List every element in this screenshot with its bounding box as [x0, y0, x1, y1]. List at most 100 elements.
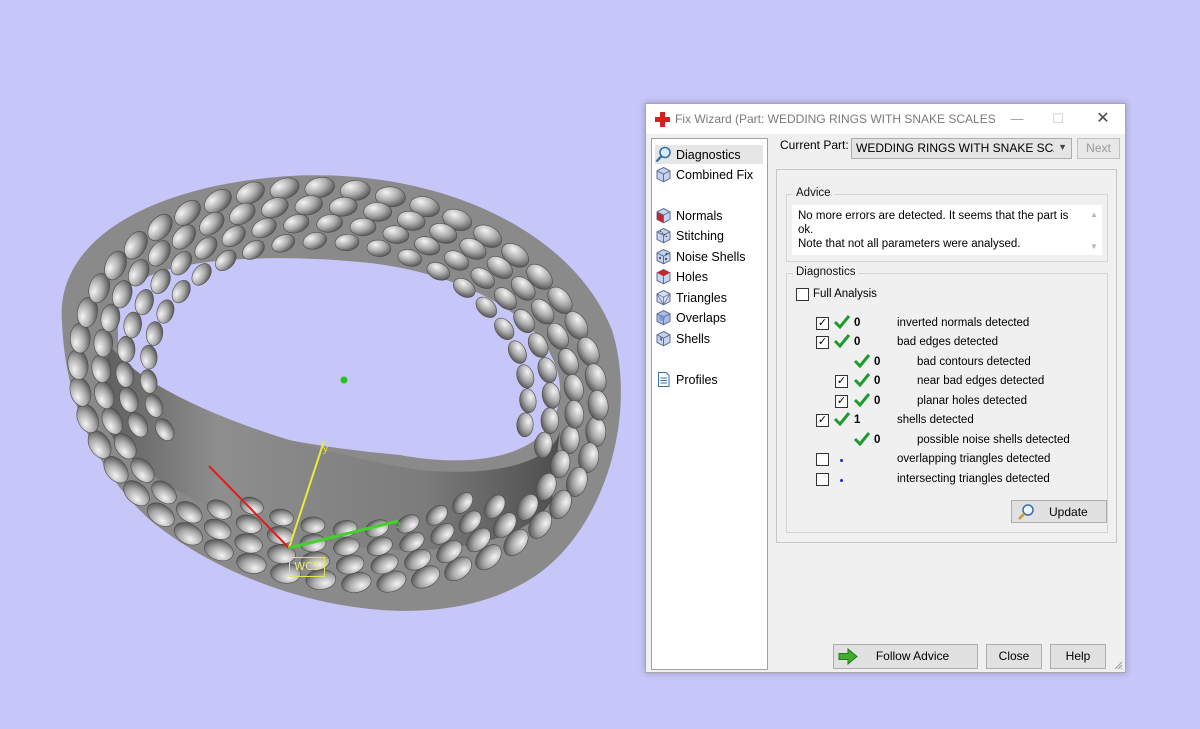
bad-edges-label: bad edges detected: [897, 336, 999, 348]
intersecting-triangles-checkbox[interactable]: [816, 473, 829, 486]
green-check-icon: [853, 432, 871, 447]
green-check-icon: [833, 315, 851, 330]
current-part-select[interactable]: WEDDING RINGS WITH SNAKE SCALES ▼: [851, 138, 1072, 159]
shells-label: shells detected: [897, 414, 974, 426]
holes-cube-icon: [656, 268, 671, 285]
full-analysis-checkbox[interactable]: [796, 288, 809, 301]
inverted-normals-count: 0: [854, 317, 861, 329]
normals-cube-icon: [656, 207, 671, 224]
overlapping-triangles-checkbox[interactable]: [816, 453, 829, 466]
nav-item-overlaps[interactable]: Overlaps: [655, 308, 763, 327]
intersecting-triangles-label: intersecting triangles detected: [897, 473, 1050, 485]
shells-count: 1: [854, 414, 861, 426]
ring-scale: [69, 322, 91, 354]
advice-group: Advice No more errors are detected. It s…: [786, 187, 1108, 262]
green-check-icon: [853, 373, 871, 388]
noise-shells-count: 0: [874, 434, 881, 446]
ring-scale: [349, 217, 377, 237]
arrow-right-icon: [838, 648, 858, 665]
not-analysed-dot: [840, 459, 843, 462]
bad-edges-count: 0: [854, 336, 861, 348]
bad-contours-label: bad contours detected: [917, 356, 1031, 368]
follow-advice-button[interactable]: Follow Advice: [833, 644, 978, 669]
nav-label: Stitching: [676, 228, 724, 243]
title-bar[interactable]: Fix Wizard (Part: WEDDING RINGS WITH SNA…: [646, 104, 1125, 134]
planar-holes-checkbox[interactable]: ✓: [835, 395, 848, 408]
wcs-label: WCS: [289, 557, 325, 577]
maximize-button[interactable]: ☐: [1044, 108, 1072, 130]
update-button[interactable]: Update: [1011, 500, 1107, 523]
diagnostics-title: Diagnostics: [793, 266, 859, 278]
magnifier-icon: [655, 146, 671, 163]
nav-label: Shells: [676, 331, 711, 346]
advice-line-1: No more errors are detected. It seems th…: [798, 210, 1069, 236]
nav-label: Triangles: [676, 290, 727, 305]
chevron-down-icon: ▼: [1058, 142, 1067, 152]
diagnostics-panel: Advice No more errors are detected. It s…: [776, 169, 1117, 543]
document-icon: [658, 372, 670, 387]
close-window-button[interactable]: ✕: [1089, 108, 1117, 130]
fix-wizard-nav: Diagnostics Combined Fix Normals Stitchi…: [651, 138, 768, 670]
scroll-down-icon[interactable]: ▼: [1088, 240, 1100, 252]
help-button[interactable]: Help: [1050, 644, 1106, 669]
nav-label: Overlaps: [676, 310, 727, 325]
green-check-icon: [833, 412, 851, 427]
planar-holes-label: planar holes detected: [917, 395, 1027, 407]
full-analysis-label: Full Analysis: [813, 288, 877, 300]
bad-contours-count: 0: [874, 356, 881, 368]
follow-advice-label: Follow Advice: [875, 649, 950, 663]
inverted-normals-label: inverted normals detected: [897, 317, 1030, 329]
near-bad-edges-label: near bad edges detected: [917, 375, 1045, 387]
dialog-title: Fix Wizard (Part: WEDDING RINGS WITH SNA…: [675, 112, 995, 126]
scroll-up-icon[interactable]: ▲: [1088, 208, 1100, 220]
nav-label: Combined Fix: [676, 167, 754, 182]
current-part-value: WEDDING RINGS WITH SNAKE SCALES: [856, 141, 1054, 155]
minimize-button[interactable]: —: [1003, 108, 1031, 130]
nav-item-profiles[interactable]: Profiles: [655, 370, 763, 389]
ring-model: y z: [61, 175, 621, 611]
fix-wizard-dialog: Fix Wizard (Part: WEDDING RINGS WITH SNA…: [645, 103, 1126, 673]
near-bad-edges-checkbox[interactable]: ✓: [835, 375, 848, 388]
nav-item-holes[interactable]: Holes: [655, 267, 763, 286]
next-button[interactable]: Next: [1077, 138, 1120, 159]
3d-viewport[interactable]: y z WCS: [0, 0, 640, 726]
noise-shells-label: possible noise shells detected: [917, 434, 1070, 446]
ring-scale: [300, 516, 326, 534]
nav-item-triangles[interactable]: Triangles: [655, 288, 763, 307]
overlaps-cube-icon: [656, 309, 671, 326]
current-part-label: Current Part:: [780, 138, 849, 152]
magnifier-icon: [1018, 504, 1034, 520]
nav-item-diagnostics[interactable]: Diagnostics: [655, 145, 763, 164]
resize-grip-icon[interactable]: [1113, 660, 1123, 670]
bad-edges-checkbox[interactable]: ✓: [816, 336, 829, 349]
inverted-normals-checkbox[interactable]: ✓: [816, 317, 829, 330]
ring-scale: [117, 335, 136, 363]
ring-scale: [540, 407, 559, 435]
update-label: Update: [1049, 505, 1088, 519]
advice-title: Advice: [793, 187, 834, 199]
noise-shells-cube-icon: [656, 248, 671, 265]
diagnostics-group: Diagnostics Full Analysis ✓ 0 inverted n…: [786, 266, 1108, 533]
ring-scale: [93, 328, 114, 358]
red-cross-icon: [655, 112, 670, 127]
overlapping-triangles-label: overlapping triangles detected: [897, 453, 1051, 465]
cube-icon: [656, 166, 671, 183]
not-analysed-dot: [840, 479, 843, 482]
stitching-cube-icon: [656, 227, 671, 244]
nav-label: Holes: [676, 269, 708, 284]
z-axis-letter: z: [396, 520, 401, 531]
close-button[interactable]: Close: [986, 644, 1042, 669]
nav-item-noise-shells[interactable]: Noise Shells: [655, 247, 763, 266]
nav-item-normals[interactable]: Normals: [655, 206, 763, 225]
shells-cube-icon: [656, 330, 671, 347]
green-check-icon: [853, 354, 871, 369]
green-check-icon: [833, 334, 851, 349]
nav-item-shells[interactable]: Shells: [655, 329, 763, 348]
advice-line-2: Note that not all parameters were analys…: [798, 238, 1021, 250]
nav-item-combined-fix[interactable]: Combined Fix: [655, 165, 763, 184]
planar-holes-count: 0: [874, 395, 881, 407]
nav-label: Profiles: [676, 372, 718, 387]
nav-label: Noise Shells: [676, 249, 746, 264]
shells-checkbox[interactable]: ✓: [816, 414, 829, 427]
nav-item-stitching[interactable]: Stitching: [655, 226, 763, 245]
